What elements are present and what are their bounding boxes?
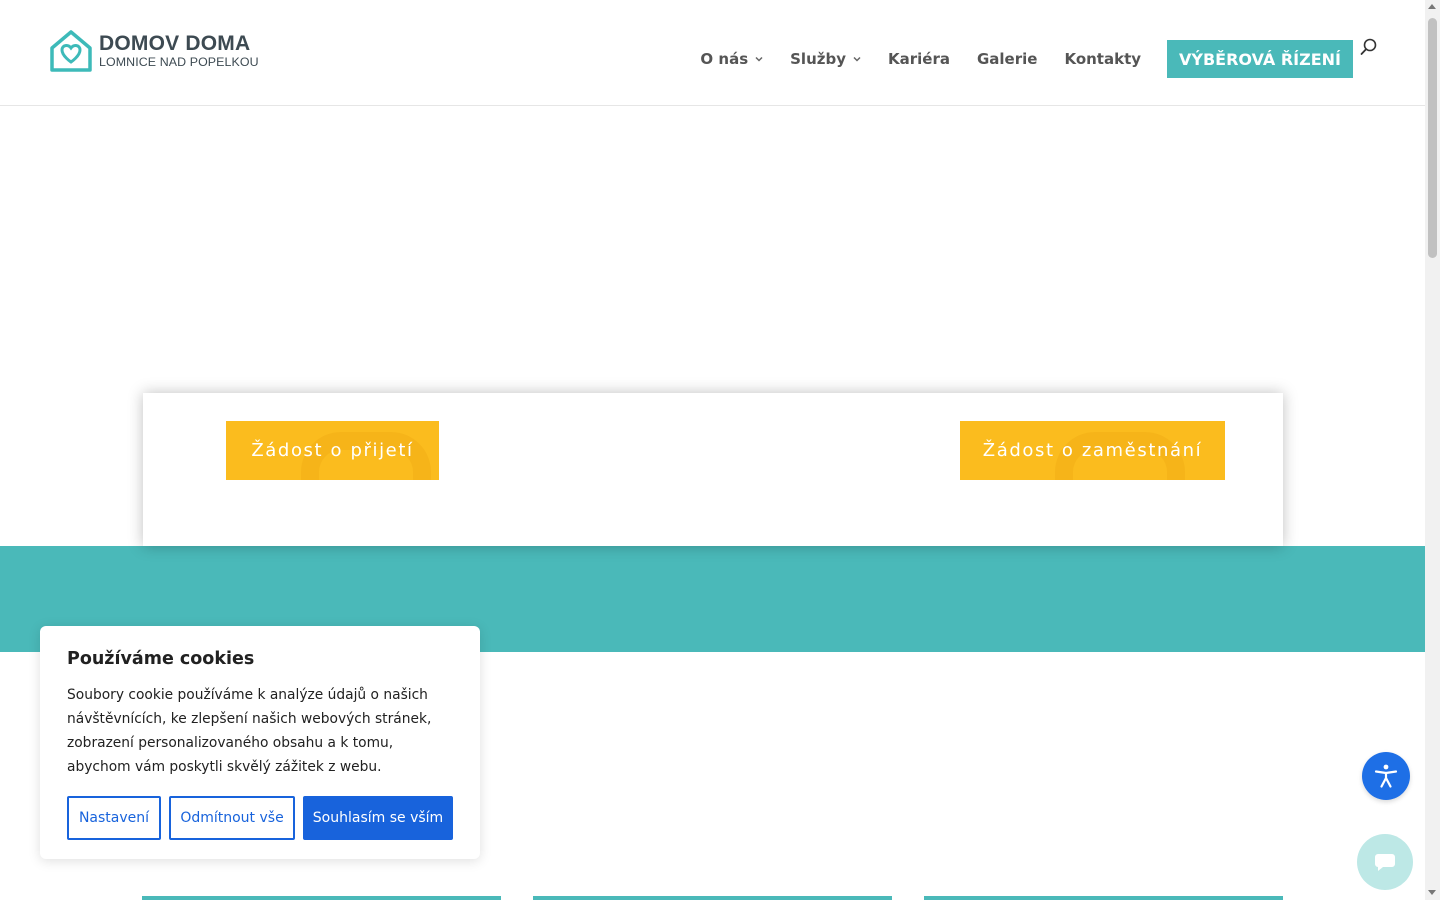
- admission-request-button[interactable]: Žádost o přijetí: [226, 421, 439, 480]
- chevron-down-icon: [755, 56, 763, 62]
- scroll-down-arrow-icon[interactable]: [1428, 890, 1436, 895]
- site-header: DOMOV DOMA LOMNICE NAD POPELKOU O nás Sl…: [0, 0, 1425, 106]
- page-scrollbar[interactable]: [1425, 0, 1440, 900]
- card-top-border: [142, 896, 501, 900]
- nav-item-o-nas[interactable]: O nás: [700, 50, 763, 68]
- accessibility-button[interactable]: [1362, 752, 1410, 800]
- cookie-consent-dialog: Používáme cookies Soubory cookie používá…: [40, 626, 480, 859]
- cookie-reject-all-button[interactable]: Odmítnout vše: [169, 796, 295, 840]
- scroll-up-arrow-icon[interactable]: [1428, 4, 1436, 9]
- card-top-border: [533, 896, 892, 900]
- admission-request-label: Žádost o přijetí: [251, 440, 414, 461]
- main-nav: O nás Služby Kariéra Galerie Kontakty VÝ…: [700, 40, 1353, 78]
- nav-item-sluzby[interactable]: Služby: [790, 50, 861, 68]
- employment-request-label: Žádost o zaměstnání: [982, 440, 1203, 461]
- nav-item-label: Kariéra: [888, 50, 950, 68]
- cookie-title: Používáme cookies: [67, 649, 255, 669]
- scrollbar-thumb[interactable]: [1428, 18, 1437, 258]
- nav-item-label: O nás: [700, 50, 749, 68]
- employment-request-button[interactable]: Žádost o zaměstnání: [960, 421, 1225, 480]
- logo-subtitle: LOMNICE NAD POPELKOU: [99, 55, 259, 69]
- accessibility-icon: [1374, 764, 1398, 788]
- site-logo[interactable]: DOMOV DOMA LOMNICE NAD POPELKOU: [48, 28, 259, 74]
- chat-icon: [1375, 854, 1395, 871]
- nav-item-kariera[interactable]: Kariéra: [888, 50, 950, 68]
- cookie-buttons: Nastavení Odmítnout vše Souhlasím se vší…: [67, 796, 453, 840]
- cookie-settings-button[interactable]: Nastavení: [67, 796, 161, 840]
- card-top-border: [924, 896, 1283, 900]
- search-icon[interactable]: [1360, 38, 1378, 56]
- nav-item-label: Služby: [790, 50, 846, 68]
- logo-text: DOMOV DOMA LOMNICE NAD POPELKOU: [99, 32, 259, 70]
- vyberova-rizeni-button[interactable]: VÝBĚROVÁ ŘÍZENÍ: [1167, 40, 1353, 78]
- nav-item-label: Galerie: [976, 50, 1038, 68]
- chevron-down-icon: [853, 56, 861, 62]
- cookie-accept-all-button[interactable]: Souhlasím se vším: [303, 796, 453, 840]
- cookie-description: Soubory cookie používáme k analýze údajů…: [67, 687, 432, 775]
- chat-button[interactable]: [1357, 834, 1413, 890]
- nav-item-galerie[interactable]: Galerie: [977, 50, 1037, 68]
- application-card: Žádost o přijetí Žádost o zaměstnání: [143, 393, 1283, 546]
- house-heart-logo-icon: [50, 30, 92, 72]
- logo-name: DOMOV DOMA: [99, 32, 251, 55]
- nav-item-label: Kontakty: [1064, 50, 1142, 68]
- nav-item-kontakty[interactable]: Kontakty: [1064, 50, 1141, 68]
